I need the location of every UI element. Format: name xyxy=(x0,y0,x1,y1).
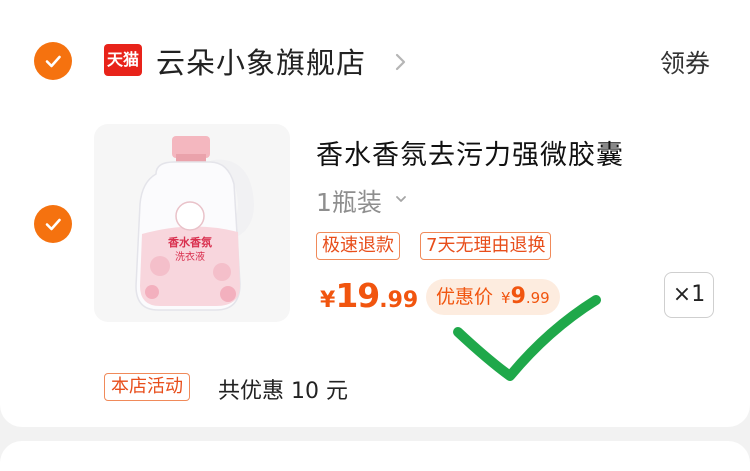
tmall-logo: 天猫 xyxy=(104,44,142,76)
product-image[interactable]: 香水香氛 洗衣液 xyxy=(94,124,290,322)
store-name-link[interactable]: 云朵小象旗舰店 xyxy=(156,40,366,82)
product-title[interactable]: 香水香氛去污力强微胶囊 xyxy=(316,133,624,172)
service-tag-fast-refund: 极速退款 xyxy=(316,232,400,260)
chevron-right-icon[interactable] xyxy=(393,52,409,72)
promo-price-pill: 优惠价 ¥9.99 xyxy=(426,279,560,315)
coupon-button[interactable]: 领券 xyxy=(660,44,710,80)
detergent-bottle-image: 香水香氛 洗衣液 xyxy=(135,136,255,311)
price-decimal: .99 xyxy=(379,288,419,313)
store-select-checkbox[interactable] xyxy=(34,42,72,80)
next-store-card xyxy=(0,441,750,471)
service-tag-7day-return: 7天无理由退换 xyxy=(420,232,552,260)
store-activity-text: 共优惠 10 元 xyxy=(218,379,348,404)
store-header: 天猫 云朵小象旗舰店 领券 xyxy=(0,36,750,86)
store-activity-tag: 本店活动 xyxy=(104,373,190,401)
promo-symbol: ¥ xyxy=(501,289,511,307)
item-select-checkbox[interactable] xyxy=(34,205,72,243)
price: ¥19.99 xyxy=(320,276,418,315)
price-symbol: ¥ xyxy=(320,288,336,313)
promo-label: 优惠价 xyxy=(436,286,494,308)
chevron-down-icon[interactable] xyxy=(394,193,408,205)
spec-selector[interactable]: 1瓶装 xyxy=(316,183,382,219)
check-icon xyxy=(45,218,61,231)
bottle-label-line2: 洗衣液 xyxy=(175,250,205,263)
store-cart-card: 天猫 云朵小象旗舰店 领券 香水香氛 洗衣液 香水香氛去污力强微胶囊 1瓶装 极… xyxy=(0,0,750,427)
quantity-button[interactable]: ×1 xyxy=(664,272,714,318)
check-icon xyxy=(45,55,61,68)
promo-decimal: .99 xyxy=(525,289,550,307)
bottle-label-line1: 香水香氛 xyxy=(167,235,212,249)
price-integer: 19 xyxy=(335,276,380,315)
promo-integer: 9 xyxy=(510,284,526,309)
